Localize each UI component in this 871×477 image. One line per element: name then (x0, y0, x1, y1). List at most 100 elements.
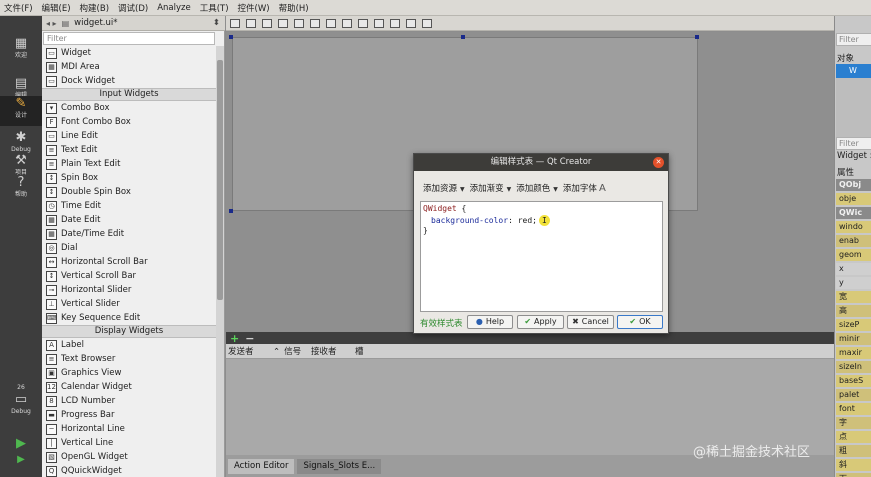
property-row[interactable]: sizeIn (836, 361, 871, 373)
widget-item[interactable]: ▭ Widget (42, 46, 216, 60)
widget-item[interactable]: ▣ Graphics View (42, 366, 216, 380)
widget-item[interactable]: ≡ Text Browser (42, 352, 216, 366)
selection-handle[interactable] (461, 35, 465, 39)
property-row[interactable]: geom (836, 249, 871, 261)
widget-item[interactable]: ─ Horizontal Line (42, 422, 216, 436)
nav-arrows-icon[interactable]: ◂ ▸ (46, 19, 57, 28)
property-row[interactable]: 点 (836, 431, 871, 443)
property-row[interactable]: 下 (836, 473, 871, 477)
menu-item[interactable]: 文件(F) (4, 2, 33, 14)
menu-item[interactable]: 帮助(H) (279, 2, 309, 14)
property-row[interactable]: sizeP (836, 319, 871, 331)
layout-tool-icon[interactable] (310, 18, 320, 28)
widget-item[interactable]: ≡ Text Edit (42, 143, 216, 157)
property-row[interactable]: baseS (836, 375, 871, 387)
object-tree-selected-item[interactable]: W (836, 64, 871, 78)
open-document-name[interactable]: widget.ui* (74, 18, 213, 28)
widget-item[interactable]: │ Vertical Line (42, 436, 216, 450)
tab-signals-slots-editor[interactable]: Signals_Slots E... (297, 458, 382, 474)
property-row[interactable]: 斜 (836, 459, 871, 471)
run-button[interactable]: ▶ ▶ (0, 436, 42, 466)
widget-item[interactable]: ▭ Line Edit (42, 129, 216, 143)
widget-item[interactable]: F Font Combo Box (42, 115, 216, 129)
widget-category[interactable]: Input Widgets (42, 88, 216, 101)
property-filter-input[interactable]: Filter (836, 137, 871, 150)
layout-tool-icon[interactable] (406, 18, 416, 28)
widget-item[interactable]: ▦ MDI Area (42, 60, 216, 74)
property-row[interactable]: font (836, 403, 871, 415)
close-icon[interactable]: ✕ (653, 157, 664, 168)
widget-item[interactable]: ⊥ Vertical Slider (42, 297, 216, 311)
menu-item[interactable]: 调试(D) (118, 2, 148, 14)
widget-item[interactable]: ⌨ Key Sequence Edit (42, 311, 216, 325)
widget-item[interactable]: ↕ Spin Box (42, 171, 216, 185)
remove-connection-icon[interactable]: − (245, 332, 254, 345)
layout-tool-icon[interactable] (342, 18, 352, 28)
add-resource-menu[interactable]: 添加资源 ▼ (423, 182, 465, 194)
property-row[interactable]: 粗 (836, 445, 871, 457)
column-sender[interactable]: 发送者 (226, 345, 271, 357)
scrollbar-thumb[interactable] (217, 60, 223, 300)
property-row[interactable]: 宽 (836, 291, 871, 303)
layout-tool-icon[interactable] (390, 18, 400, 28)
column-slot[interactable]: 槽 (353, 345, 393, 357)
layout-tool-icon[interactable] (262, 18, 272, 28)
property-row[interactable]: QObj (836, 179, 871, 191)
widget-item[interactable]: 12 Calendar Widget (42, 380, 216, 394)
ok-button[interactable]: ✔ OK (617, 315, 663, 329)
widget-item[interactable]: ↔ Horizontal Scroll Bar (42, 255, 216, 269)
object-filter-input[interactable]: Filter (836, 33, 871, 46)
layout-tool-icon[interactable] (358, 18, 368, 28)
widget-category[interactable]: Display Widgets (42, 325, 216, 338)
property-row[interactable]: windo (836, 221, 871, 233)
layout-tool-icon[interactable] (294, 18, 304, 28)
selection-handle[interactable] (229, 209, 233, 213)
widget-filter-input[interactable]: Filter (43, 32, 215, 45)
property-row[interactable]: enab (836, 235, 871, 247)
mode-button[interactable]: ✎ 设计 (0, 96, 42, 126)
menu-item[interactable]: 构建(B) (80, 2, 109, 14)
layout-tool-icon[interactable] (422, 18, 432, 28)
widget-list-scrollbar[interactable] (216, 46, 224, 477)
widget-item[interactable]: 8 LCD Number (42, 394, 216, 408)
menu-item[interactable]: Analyze (157, 3, 191, 13)
widget-item[interactable]: ≡ Plain Text Edit (42, 157, 216, 171)
apply-button[interactable]: ✔ Apply (517, 315, 564, 329)
document-dropdown-icon[interactable]: ⬍ (213, 18, 220, 28)
mode-button[interactable]: ▦ 欢迎 (0, 36, 42, 66)
selection-handle[interactable] (229, 35, 233, 39)
tab-action-editor[interactable]: Action Editor (228, 458, 295, 474)
mode-button[interactable]: ? 帮助 (0, 175, 42, 205)
widget-item[interactable]: ▾ Combo Box (42, 101, 216, 115)
widget-item[interactable]: ◷ Time Edit (42, 199, 216, 213)
widget-item[interactable]: A Label (42, 338, 216, 352)
widget-item[interactable]: ◎ Dial (42, 241, 216, 255)
layout-tool-icon[interactable] (374, 18, 384, 28)
widget-item[interactable]: ▦ Date/Time Edit (42, 227, 216, 241)
add-connection-icon[interactable]: + (230, 332, 239, 345)
cancel-button[interactable]: ✖ Cancel (567, 315, 614, 329)
property-row[interactable]: QWic (836, 207, 871, 219)
widget-item[interactable]: ⊸ Horizontal Slider (42, 283, 216, 297)
widget-item[interactable]: ▬ Progress Bar (42, 408, 216, 422)
help-button[interactable]: ● Help (467, 315, 513, 329)
property-row[interactable]: 字 (836, 417, 871, 429)
widget-item[interactable]: ▧ OpenGL Widget (42, 450, 216, 464)
add-color-menu[interactable]: 添加颜色 ▼ (516, 182, 558, 194)
column-receiver[interactable]: 接收者 (309, 345, 353, 357)
layout-tool-icon[interactable] (230, 18, 240, 28)
property-row[interactable]: x (836, 263, 871, 275)
layout-tool-icon[interactable] (246, 18, 256, 28)
property-row[interactable]: 高 (836, 305, 871, 317)
widget-item[interactable]: Q QQuickWidget (42, 464, 216, 477)
property-row[interactable]: maxir (836, 347, 871, 359)
property-row[interactable]: minir (836, 333, 871, 345)
kit-selector[interactable]: 26 ▭ Debug (0, 384, 42, 428)
selection-handle[interactable] (695, 35, 699, 39)
widget-item[interactable]: ▦ Date Edit (42, 213, 216, 227)
property-row[interactable]: obje (836, 193, 871, 205)
menu-item[interactable]: 编辑(E) (42, 2, 71, 14)
widget-item[interactable]: ▭ Dock Widget (42, 74, 216, 88)
layout-tool-icon[interactable] (278, 18, 288, 28)
add-gradient-menu[interactable]: 添加渐变 ▼ (470, 182, 512, 194)
